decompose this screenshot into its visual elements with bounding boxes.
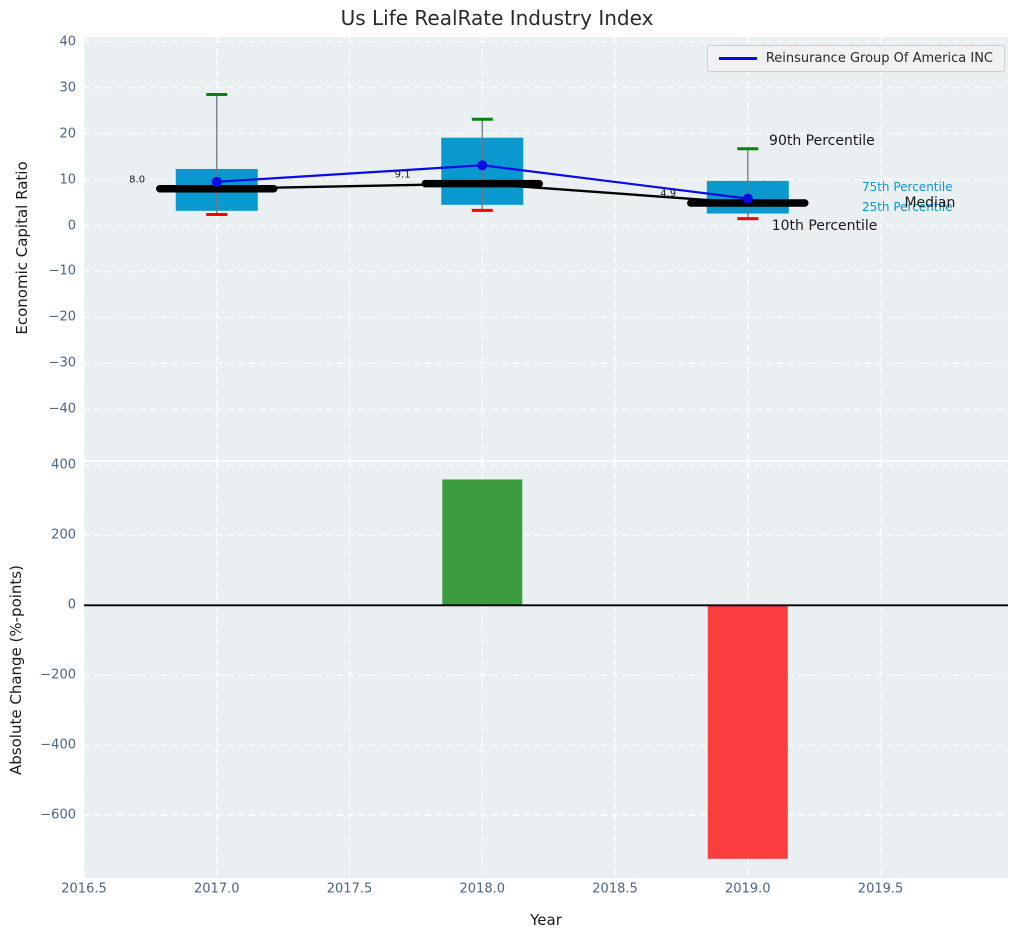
x-tick-label: 2019.0 [725, 881, 771, 897]
top-y-tick-label: −40 [48, 401, 76, 417]
annotation-median: Median [904, 194, 956, 211]
company-point [211, 176, 222, 187]
top-y-tick-label: 40 [59, 34, 76, 50]
top-y-tick-label: 30 [59, 80, 76, 96]
x-tick-label: 2017.0 [194, 881, 240, 897]
top-axes: Reinsurance Group Of America INC 8.0 9.1 4… [84, 37, 1008, 460]
median-value-label: 9.1 [394, 169, 411, 181]
bottom-plot-svg [84, 462, 1008, 878]
company-point [477, 160, 488, 171]
annotation-75th-percentile: 75th Percentile [861, 179, 953, 194]
top-y-tick-label: −10 [48, 263, 76, 279]
x-tick-label: 2016.5 [61, 881, 107, 897]
annotation-90th-percentile: 90th Percentile [769, 133, 875, 150]
company-point [742, 193, 753, 204]
legend-series-label: Reinsurance Group Of America INC [765, 51, 993, 66]
top-y-axis-label: Economic Capital Ratio [13, 161, 31, 335]
top-plot-svg [84, 37, 1008, 460]
bottom-y-tick-label: −400 [40, 737, 76, 753]
x-tick-label: 2019.5 [857, 881, 904, 897]
legend: Reinsurance Group Of America INC [706, 45, 1005, 72]
top-y-tick-label: 20 [59, 126, 76, 142]
top-y-tick-label: −30 [48, 355, 76, 371]
x-tick-label: 2018.0 [459, 881, 506, 897]
bottom-y-tick-label: 200 [51, 527, 76, 543]
negative-change-bar [707, 605, 788, 859]
bottom-y-tick-label: −600 [40, 807, 76, 823]
x-tick-label: 2017.5 [326, 881, 373, 897]
chart-title: Us Life RealRate Industry Index [340, 6, 654, 30]
bottom-y-tick-label: −200 [40, 667, 76, 683]
positive-change-bar [442, 479, 523, 606]
top-y-tick-label: 10 [59, 172, 76, 188]
figure: Us Life RealRate Industry Index Economic… [0, 0, 1021, 940]
top-y-tick-label: −20 [48, 309, 76, 325]
top-y-tick-label: 0 [67, 218, 76, 233]
median-value-label: 4.9 [660, 188, 677, 200]
bottom-axes [84, 462, 1008, 878]
median-value-label: 8.0 [129, 174, 146, 186]
x-tick-label: 2018.5 [592, 881, 638, 897]
x-axis-label: Year [530, 911, 562, 929]
annotation-10th-percentile: 10th Percentile [771, 217, 878, 234]
bottom-y-tick-label: 400 [51, 457, 76, 473]
bottom-y-tick-label: 0 [67, 597, 76, 613]
legend-line-sample [718, 57, 757, 60]
